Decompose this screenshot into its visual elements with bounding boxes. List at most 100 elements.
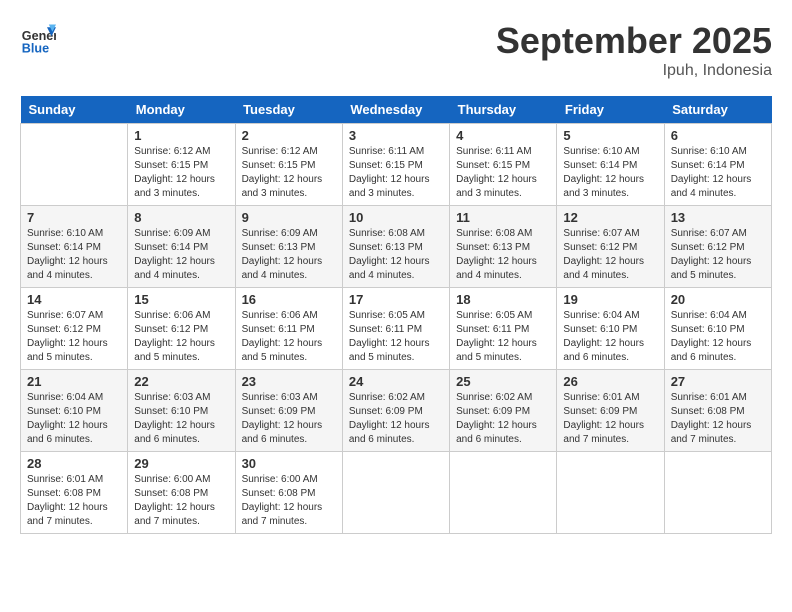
logo: General Blue	[20, 20, 60, 56]
day-number: 27	[671, 374, 765, 389]
weekday-header: Friday	[557, 96, 664, 124]
day-info: Sunrise: 6:06 AM Sunset: 6:12 PM Dayligh…	[134, 309, 228, 365]
calendar-cell: 13Sunrise: 6:07 AM Sunset: 6:12 PM Dayli…	[664, 206, 771, 288]
day-number: 10	[349, 210, 443, 225]
day-info: Sunrise: 6:03 AM Sunset: 6:10 PM Dayligh…	[134, 391, 228, 447]
day-info: Sunrise: 6:10 AM Sunset: 6:14 PM Dayligh…	[563, 145, 657, 201]
calendar-week-row: 1 Sunrise: 6:12 AM Sunset: 6:15 PM Daylig…	[21, 124, 772, 206]
calendar-cell: 8Sunrise: 6:09 AM Sunset: 6:14 PM Daylig…	[128, 206, 235, 288]
day-info: Sunrise: 6:09 AM Sunset: 6:13 PM Dayligh…	[242, 227, 336, 283]
calendar-week-row: 7Sunrise: 6:10 AM Sunset: 6:14 PM Daylig…	[21, 206, 772, 288]
day-number: 16	[242, 292, 336, 307]
day-info: Sunrise: 6:10 AM Sunset: 6:14 PM Dayligh…	[671, 145, 765, 201]
day-number: 19	[563, 292, 657, 307]
day-number: 6	[671, 128, 765, 143]
calendar-cell	[21, 124, 128, 206]
weekday-header: Wednesday	[342, 96, 449, 124]
calendar-cell: 17 Sunrise: 6:05 AM Sunset: 6:11 PM Dayli…	[342, 288, 449, 370]
day-info: Sunrise: 6:07 AM Sunset: 6:12 PM Dayligh…	[671, 227, 765, 283]
location: Ipuh, Indonesia	[496, 62, 772, 80]
weekday-header: Thursday	[450, 96, 557, 124]
day-number: 26	[563, 374, 657, 389]
calendar-cell: 30 Sunrise: 6:00 AM Sunset: 6:08 PM Dayli…	[235, 452, 342, 534]
day-number: 20	[671, 292, 765, 307]
calendar-cell: 23 Sunrise: 6:03 AM Sunset: 6:09 PM Dayli…	[235, 370, 342, 452]
calendar-cell: 20 Sunrise: 6:04 AM Sunset: 6:10 PM Dayli…	[664, 288, 771, 370]
day-info: Sunrise: 6:05 AM Sunset: 6:11 PM Dayligh…	[349, 309, 443, 365]
calendar-cell: 26 Sunrise: 6:01 AM Sunset: 6:09 PM Dayli…	[557, 370, 664, 452]
calendar-cell: 1 Sunrise: 6:12 AM Sunset: 6:15 PM Daylig…	[128, 124, 235, 206]
calendar-cell: 16Sunrise: 6:06 AM Sunset: 6:11 PM Dayli…	[235, 288, 342, 370]
calendar-cell: 21 Sunrise: 6:04 AM Sunset: 6:10 PM Dayli…	[21, 370, 128, 452]
calendar-cell: 12 Sunrise: 6:07 AM Sunset: 6:12 PM Dayli…	[557, 206, 664, 288]
calendar-week-row: 14 Sunrise: 6:07 AM Sunset: 6:12 PM Dayli…	[21, 288, 772, 370]
day-info: Sunrise: 6:04 AM Sunset: 6:10 PM Dayligh…	[671, 309, 765, 365]
calendar-cell: 24Sunrise: 6:02 AM Sunset: 6:09 PM Dayli…	[342, 370, 449, 452]
day-number: 12	[563, 210, 657, 225]
calendar-cell: 7Sunrise: 6:10 AM Sunset: 6:14 PM Daylig…	[21, 206, 128, 288]
calendar-week-row: 21 Sunrise: 6:04 AM Sunset: 6:10 PM Dayli…	[21, 370, 772, 452]
day-number: 21	[27, 374, 121, 389]
day-number: 2	[242, 128, 336, 143]
calendar-cell	[557, 452, 664, 534]
calendar-cell: 14 Sunrise: 6:07 AM Sunset: 6:12 PM Dayli…	[21, 288, 128, 370]
day-info: Sunrise: 6:12 AM Sunset: 6:15 PM Dayligh…	[134, 145, 228, 201]
day-number: 8	[134, 210, 228, 225]
day-info: Sunrise: 6:01 AM Sunset: 6:09 PM Dayligh…	[563, 391, 657, 447]
calendar-cell: 5 Sunrise: 6:10 AM Sunset: 6:14 PM Daylig…	[557, 124, 664, 206]
calendar-cell: 10 Sunrise: 6:08 AM Sunset: 6:13 PM Dayli…	[342, 206, 449, 288]
calendar-cell: 6 Sunrise: 6:10 AM Sunset: 6:14 PM Daylig…	[664, 124, 771, 206]
day-number: 17	[349, 292, 443, 307]
day-number: 9	[242, 210, 336, 225]
day-info: Sunrise: 6:01 AM Sunset: 6:08 PM Dayligh…	[27, 473, 121, 529]
logo-icon: General Blue	[20, 20, 56, 56]
day-number: 25	[456, 374, 550, 389]
day-info: Sunrise: 6:01 AM Sunset: 6:08 PM Dayligh…	[671, 391, 765, 447]
weekday-header-row: SundayMondayTuesdayWednesdayThursdayFrid…	[21, 96, 772, 124]
day-info: Sunrise: 6:04 AM Sunset: 6:10 PM Dayligh…	[563, 309, 657, 365]
day-info: Sunrise: 6:12 AM Sunset: 6:15 PM Dayligh…	[242, 145, 336, 201]
day-number: 5	[563, 128, 657, 143]
page-header: General Blue September 2025 Ipuh, Indone…	[20, 20, 772, 80]
day-number: 3	[349, 128, 443, 143]
day-info: Sunrise: 6:07 AM Sunset: 6:12 PM Dayligh…	[27, 309, 121, 365]
month-title: September 2025	[496, 20, 772, 62]
calendar-cell	[342, 452, 449, 534]
calendar-cell: 19 Sunrise: 6:04 AM Sunset: 6:10 PM Dayli…	[557, 288, 664, 370]
calendar-cell: 2 Sunrise: 6:12 AM Sunset: 6:15 PM Daylig…	[235, 124, 342, 206]
calendar-cell: 22Sunrise: 6:03 AM Sunset: 6:10 PM Dayli…	[128, 370, 235, 452]
calendar-cell: 15Sunrise: 6:06 AM Sunset: 6:12 PM Dayli…	[128, 288, 235, 370]
calendar-cell: 11 Sunrise: 6:08 AM Sunset: 6:13 PM Dayli…	[450, 206, 557, 288]
day-info: Sunrise: 6:02 AM Sunset: 6:09 PM Dayligh…	[456, 391, 550, 447]
weekday-header: Saturday	[664, 96, 771, 124]
calendar-cell: 29Sunrise: 6:00 AM Sunset: 6:08 PM Dayli…	[128, 452, 235, 534]
day-info: Sunrise: 6:08 AM Sunset: 6:13 PM Dayligh…	[456, 227, 550, 283]
day-number: 18	[456, 292, 550, 307]
day-info: Sunrise: 6:08 AM Sunset: 6:13 PM Dayligh…	[349, 227, 443, 283]
day-info: Sunrise: 6:10 AM Sunset: 6:14 PM Dayligh…	[27, 227, 121, 283]
day-info: Sunrise: 6:05 AM Sunset: 6:11 PM Dayligh…	[456, 309, 550, 365]
day-info: Sunrise: 6:03 AM Sunset: 6:09 PM Dayligh…	[242, 391, 336, 447]
weekday-header: Tuesday	[235, 96, 342, 124]
weekday-header: Sunday	[21, 96, 128, 124]
day-number: 30	[242, 456, 336, 471]
day-info: Sunrise: 6:00 AM Sunset: 6:08 PM Dayligh…	[242, 473, 336, 529]
calendar-cell	[664, 452, 771, 534]
day-number: 24	[349, 374, 443, 389]
day-number: 29	[134, 456, 228, 471]
calendar-cell: 27 Sunrise: 6:01 AM Sunset: 6:08 PM Dayli…	[664, 370, 771, 452]
calendar-cell: 3 Sunrise: 6:11 AM Sunset: 6:15 PM Daylig…	[342, 124, 449, 206]
calendar-table: SundayMondayTuesdayWednesdayThursdayFrid…	[20, 96, 772, 534]
day-number: 1	[134, 128, 228, 143]
calendar-week-row: 28 Sunrise: 6:01 AM Sunset: 6:08 PM Dayli…	[21, 452, 772, 534]
day-number: 23	[242, 374, 336, 389]
day-number: 14	[27, 292, 121, 307]
calendar-cell: 25 Sunrise: 6:02 AM Sunset: 6:09 PM Dayli…	[450, 370, 557, 452]
day-number: 28	[27, 456, 121, 471]
day-number: 4	[456, 128, 550, 143]
calendar-cell: 9 Sunrise: 6:09 AM Sunset: 6:13 PM Daylig…	[235, 206, 342, 288]
day-info: Sunrise: 6:07 AM Sunset: 6:12 PM Dayligh…	[563, 227, 657, 283]
day-info: Sunrise: 6:11 AM Sunset: 6:15 PM Dayligh…	[349, 145, 443, 201]
day-info: Sunrise: 6:04 AM Sunset: 6:10 PM Dayligh…	[27, 391, 121, 447]
day-number: 11	[456, 210, 550, 225]
